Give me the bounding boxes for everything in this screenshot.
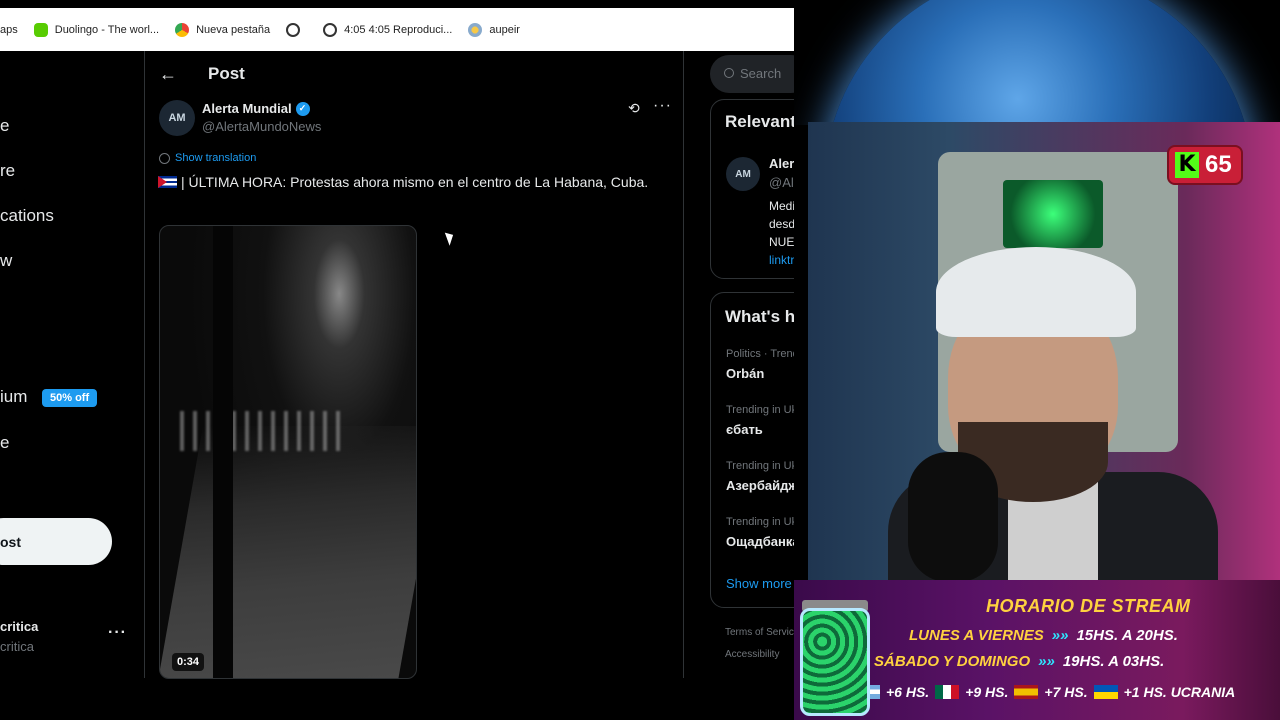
search-input[interactable]: Search xyxy=(710,55,794,93)
account-name[interactable]: critica xyxy=(0,619,38,634)
bookmark-globe[interactable] xyxy=(286,22,307,37)
nav-item-more[interactable]: re xyxy=(0,161,15,181)
trend-item[interactable]: Ощадбанка xyxy=(726,534,794,549)
avatar[interactable]: AM xyxy=(159,100,195,136)
radar-screen-image xyxy=(1003,180,1103,248)
whats-happening-title: What's ha xyxy=(725,307,794,326)
trend-item[interactable]: Азербайджа xyxy=(726,478,794,493)
author-handle[interactable]: @AlertaMundoNews xyxy=(202,119,321,134)
right-sidebar: Search Relevant AM Alerta @Alert Medio d… xyxy=(684,51,794,678)
relevant-handle: @Alert xyxy=(769,175,794,190)
show-more-link[interactable]: Show more xyxy=(726,576,792,591)
nav-item-explore[interactable]: e xyxy=(0,116,9,136)
bio-link[interactable]: linktr.e xyxy=(769,251,794,269)
kick-viewer-badge: K 65 xyxy=(1167,145,1243,185)
nav-item-profile[interactable]: e xyxy=(0,433,9,453)
trend-category: Trending in Ukra xyxy=(726,516,794,528)
schedule-title: HORARIO DE STREAM xyxy=(986,596,1191,616)
footer-accessibility-link[interactable]: Accessibility xyxy=(725,649,779,660)
bookmark-nueva-pestana[interactable]: Nueva pestaña xyxy=(175,22,270,37)
video-player[interactable]: 0:34 xyxy=(159,225,417,679)
nav-item-premium[interactable]: ium xyxy=(0,387,27,407)
relevant-people-panel: Relevant AM Alerta @Alert Medio desde NU… xyxy=(710,99,794,279)
whats-happening-panel: What's ha Politics · Trendi Orbán Trendi… xyxy=(710,292,794,608)
grok-icon[interactable]: ⟲ xyxy=(628,100,640,117)
kick-logo-icon: K xyxy=(1175,152,1199,178)
timezone-row: +6 HS. +9 HS. +7 HS. +1 HS. UCRANIA xyxy=(870,684,1235,700)
trend-category: Trending in Ukra xyxy=(726,460,794,472)
more-options-icon[interactable]: ··· xyxy=(653,97,672,115)
relevant-name[interactable]: Alerta xyxy=(769,156,794,171)
video-frame-street xyxy=(160,426,416,678)
trend-category: Trending in Ukra xyxy=(726,404,794,416)
bookmark-reproduccion[interactable]: 4:05 4:05 Reproduci... xyxy=(323,22,452,37)
tweet-text: | ÚLTIMA HORA: Protestas ahora mismo en … xyxy=(158,172,668,193)
earth-globe-image xyxy=(824,0,1254,125)
viewer-count: 65 xyxy=(1205,151,1232,178)
duolingo-icon xyxy=(33,22,48,37)
verified-icon: ✓ xyxy=(295,101,310,116)
avatar[interactable]: AM xyxy=(726,157,760,191)
premium-badge: 50% off xyxy=(42,389,98,407)
trend-item[interactable]: Orbán xyxy=(726,366,764,381)
streamer-cap xyxy=(936,247,1136,337)
video-duration: 0:34 xyxy=(172,653,205,671)
trend-category: Politics · Trendi xyxy=(726,348,794,360)
globe-icon xyxy=(323,22,338,37)
bookmarks-bar: aps Duolingo - The worl... Nueva pestaña… xyxy=(0,8,794,51)
nav-item-notifications[interactable]: cations xyxy=(0,206,54,226)
page-title: Post xyxy=(208,64,245,83)
globe-icon xyxy=(286,22,301,37)
video-frame-pole xyxy=(213,226,233,678)
double-arrow-icon: »» xyxy=(1038,653,1055,670)
post-column: ← Post AM Alerta Mundial ✓ @AlertaMundoN… xyxy=(144,51,684,679)
relevant-bio: Medio desde NUEST linktr.e xyxy=(769,197,794,269)
earth-background xyxy=(794,0,1280,125)
chrome-icon xyxy=(175,22,190,37)
show-translation-link[interactable]: Show translation xyxy=(159,152,256,164)
spain-flag-icon xyxy=(1014,685,1039,699)
nav-item-follow[interactable]: w xyxy=(0,251,12,271)
account-more-icon[interactable]: ··· xyxy=(108,624,127,642)
relevant-title: Relevant xyxy=(725,112,794,131)
aupeir-icon xyxy=(468,22,483,37)
cuba-flag-icon xyxy=(158,176,177,188)
post-button[interactable]: ost xyxy=(0,518,112,565)
microphone-image xyxy=(908,452,998,582)
bookmark-apps[interactable]: aps xyxy=(0,24,18,36)
trend-item[interactable]: єбать xyxy=(726,422,763,437)
footer-terms-link[interactable]: Terms of Servic xyxy=(725,627,794,638)
video-frame-people xyxy=(180,411,340,451)
translate-icon xyxy=(159,152,170,164)
ukraine-flag-icon xyxy=(1093,685,1118,699)
jar-image xyxy=(800,608,870,716)
schedule-row: SÁBADO Y DOMINGO»» 19HS. A 03HS. xyxy=(874,653,1165,670)
mexico-flag-icon xyxy=(935,685,960,699)
back-arrow-icon[interactable]: ← xyxy=(159,64,177,85)
author-name[interactable]: Alerta Mundial ✓ xyxy=(202,101,310,116)
flag-icon xyxy=(870,685,880,699)
webcam-feed xyxy=(808,122,1280,584)
account-handle: critica xyxy=(0,639,34,654)
double-arrow-icon: »» xyxy=(1051,627,1069,644)
schedule-row: LUNES A VIERNES»» 15HS. A 20HS. xyxy=(909,627,1178,644)
left-nav: e re cations w ium 50% off e ost critica… xyxy=(0,51,144,678)
bookmark-aupeir[interactable]: aupeir xyxy=(468,22,520,37)
bookmark-duolingo[interactable]: Duolingo - The worl... xyxy=(33,22,159,37)
search-icon xyxy=(724,68,734,78)
stream-schedule-banner: HORARIO DE STREAM LUNES A VIERNES»» 15HS.… xyxy=(794,580,1280,720)
